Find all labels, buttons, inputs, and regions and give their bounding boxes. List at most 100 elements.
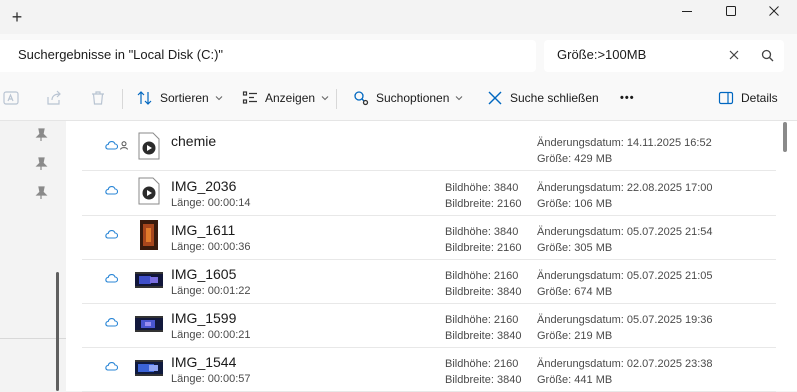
chevron-down-icon [215,96,223,101]
close-search-label: Suche schließen [510,91,599,105]
file-modified: Änderungsdatum: 14.11.2025 16:52 [537,137,712,149]
view-button[interactable]: Anzeigen [242,87,329,109]
file-image-height: Bildhöhe: 3840 [445,182,519,194]
cloud-icon [105,230,118,239]
address-path: Suchergebnisse in "Local Disk (C:)" [18,47,224,62]
file-image-height: Bildhöhe: 2160 [445,358,519,370]
search-options-button[interactable]: Suchoptionen [353,87,463,109]
share-button[interactable] [46,87,69,109]
trash-icon [92,91,104,105]
share-icon [47,90,61,105]
search-button[interactable] [757,45,777,65]
file-modified: Änderungsdatum: 22.08.2025 17:00 [537,182,713,194]
pin-icon [35,157,48,170]
shared-person-icon [120,141,128,150]
file-list: chemie Änderungsdatum: 14.11.2025 16:52 … [66,121,797,392]
rename-icon [3,91,19,105]
maximize-icon [726,6,736,16]
cloud-icon [105,318,118,327]
address-row: Suchergebnisse in "Local Disk (C:)" Größ… [0,34,797,77]
close-icon [769,6,779,16]
minimize-icon [682,11,692,12]
file-duration: Länge: 00:01:22 [171,285,251,297]
file-size: Größe: 219 MB [537,330,613,342]
chevron-down-icon [456,96,463,101]
cloud-icon [105,141,118,150]
close-icon [729,50,739,60]
toolbar-divider [122,89,123,109]
details-label: Details [741,91,778,105]
list-item[interactable]: IMG_1599 Länge: 00:00:21 Bildhöhe: 2160 … [82,303,776,348]
cloud-icon [105,362,118,371]
file-name: IMG_1599 [171,310,237,326]
video-thumbnail [135,272,163,288]
cloud-icon [105,186,118,195]
file-name: chemie [171,133,217,149]
file-image-width: Bildbreite: 3840 [445,286,522,298]
details-pane-icon [718,91,734,105]
list-item[interactable]: IMG_1611 Länge: 00:00:36 Bildhöhe: 3840 … [82,215,776,260]
file-modified: Änderungsdatum: 05.07.2025 19:36 [537,314,713,326]
list-item[interactable]: IMG_1544 Länge: 00:00:57 Bildhöhe: 2160 … [82,347,776,392]
toolbar-divider [336,89,337,109]
file-name: IMG_1605 [171,266,237,282]
view-label: Anzeigen [265,91,316,105]
nav-scrollbar[interactable] [56,272,59,391]
file-duration: Länge: 00:00:57 [171,373,251,385]
file-size: Größe: 106 MB [537,198,613,210]
video-thumbnail [135,316,163,332]
close-window-button[interactable] [751,0,797,22]
rename-button[interactable] [3,87,26,109]
video-thumbnail [140,220,158,250]
file-image-height: Bildhöhe: 2160 [445,314,519,326]
sort-label: Sortieren [160,91,209,105]
file-size: Größe: 441 MB [537,374,613,386]
details-button[interactable]: Details [718,87,778,109]
file-image-width: Bildbreite: 3840 [445,374,522,386]
file-name: IMG_1611 [171,222,236,238]
file-size: Größe: 429 MB [537,153,613,165]
video-thumbnail [135,360,163,376]
search-options-label: Suchoptionen [376,91,450,105]
file-modified: Änderungsdatum: 05.07.2025 21:54 [537,226,713,238]
sort-button[interactable]: Sortieren [137,87,223,109]
more-options-button[interactable]: ••• [620,87,635,109]
list-item[interactable]: IMG_1605 Länge: 00:01:22 Bildhöhe: 2160 … [82,259,776,304]
view-icon [242,91,257,104]
cloud-icon [105,274,118,283]
file-modified: Änderungsdatum: 05.07.2025 21:05 [537,270,713,282]
pin-icon [35,186,48,199]
clear-search-button[interactable] [724,45,744,65]
list-scrollbar[interactable] [783,122,787,152]
title-bar: + [0,0,797,34]
search-icon [761,49,773,61]
minimize-button[interactable] [664,0,710,22]
close-search-button[interactable]: Suche schließen [487,87,599,109]
close-icon [488,91,502,105]
file-image-width: Bildbreite: 2160 [445,198,522,210]
video-file-icon [138,177,160,205]
file-name: IMG_1544 [171,354,237,370]
file-image-height: Bildhöhe: 3840 [445,226,519,238]
search-input[interactable]: Größe:>100MB [557,47,646,62]
pin-icon [35,128,48,141]
file-duration: Länge: 00:00:14 [171,197,251,209]
search-options-icon [354,91,369,106]
file-size: Größe: 305 MB [537,242,613,254]
file-name: IMG_2036 [171,178,237,194]
file-duration: Länge: 00:00:36 [171,241,251,253]
list-item[interactable]: IMG_2036 Länge: 00:00:14 Bildhöhe: 3840 … [82,171,776,216]
list-item[interactable]: chemie Änderungsdatum: 14.11.2025 16:52 … [82,126,776,171]
chevron-down-icon [321,96,329,101]
command-bar: Sortieren Anzeigen Suchoptionen Suche sc… [0,76,797,121]
new-tab-button[interactable]: + [8,7,26,27]
file-duration: Länge: 00:00:21 [171,329,251,341]
delete-button[interactable] [90,87,113,109]
sort-icon [137,91,152,105]
maximize-button[interactable] [708,0,754,22]
file-image-width: Bildbreite: 2160 [445,242,522,254]
file-image-width: Bildbreite: 3840 [445,330,522,342]
video-file-icon [138,132,160,160]
file-modified: Änderungsdatum: 02.07.2025 23:38 [537,358,713,370]
file-size: Größe: 674 MB [537,286,613,298]
